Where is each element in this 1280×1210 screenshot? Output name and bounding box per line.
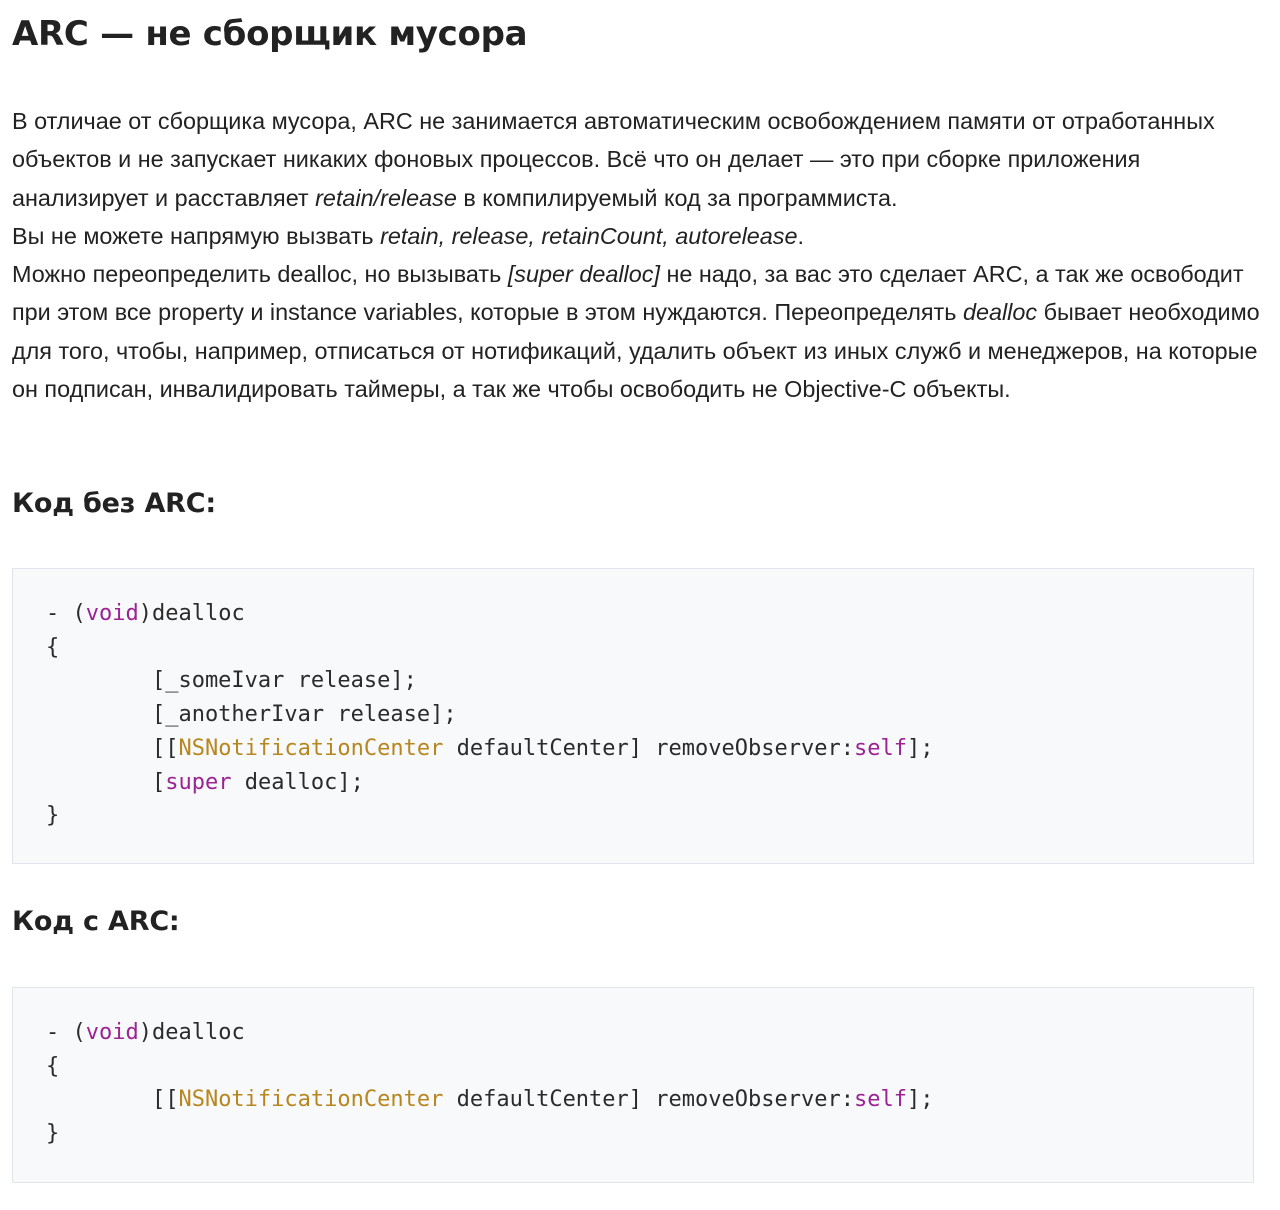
- page-title: ARC — не сборщик мусора: [12, 14, 528, 54]
- code-block-without-arc: - (void)dealloc { [_someIvar release]; […: [12, 568, 1254, 864]
- paragraph-forbidden-calls: Вы не можете напрямую вызвать retain, re…: [12, 222, 804, 249]
- code-block-with-arc: - (void)dealloc { [[NSNotificationCenter…: [12, 987, 1254, 1183]
- paragraph-arc-description: В отличае от сборщика мусора, ARC не зан…: [12, 108, 1215, 211]
- article-body: В отличае от сборщика мусора, ARC не зан…: [12, 102, 1264, 408]
- code-listing-without-arc: - (void)dealloc { [_someIvar release]; […: [46, 601, 934, 829]
- heading-code-with-arc: Код с ARC:: [12, 906, 180, 937]
- paragraph-dealloc-override: Можно переопределить dealloc, но вызыват…: [12, 261, 1260, 403]
- heading-code-without-arc: Код без ARC:: [12, 488, 216, 519]
- code-listing-with-arc: - (void)dealloc { [[NSNotificationCenter…: [46, 1020, 934, 1147]
